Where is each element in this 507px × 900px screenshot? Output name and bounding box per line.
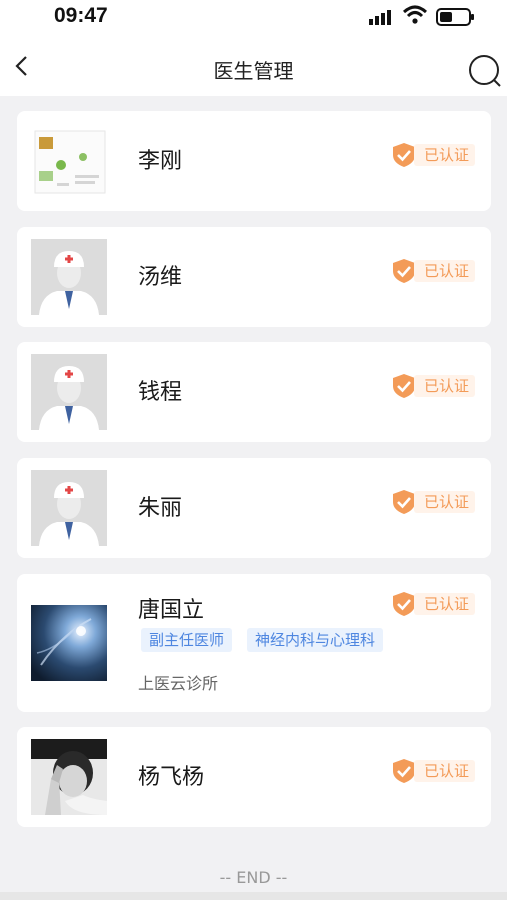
status-time: 09:47: [54, 4, 108, 27]
clinic-name: 上医云诊所: [138, 674, 219, 693]
doctor-name: 李刚: [138, 149, 183, 174]
home-indicator-area: [0, 892, 507, 900]
doctor-name: 朱丽: [138, 496, 183, 521]
doctor-card[interactable]: 李刚 已认证: [17, 111, 491, 211]
verified-badge: 已认证: [392, 142, 478, 168]
doctor-avatar-default: [31, 354, 107, 430]
doctor-name: 钱程: [138, 380, 183, 405]
doctor-card[interactable]: 朱丽 已认证: [17, 458, 491, 558]
doctor-card[interactable]: 唐国立 已认证 副主任医师 神经内科与心理科 上医云诊所: [17, 574, 491, 712]
verified-shield-icon: [393, 374, 415, 398]
doctor-avatar-photo: [31, 605, 107, 681]
doctor-card[interactable]: 汤维 已认证: [17, 227, 491, 327]
verified-label: 已认证: [414, 260, 476, 282]
verified-shield-icon: [393, 259, 415, 283]
verified-label: 已认证: [414, 144, 476, 166]
doctor-card[interactable]: 杨飞杨 已认证: [17, 727, 491, 827]
verified-badge: 已认证: [392, 591, 478, 617]
search-icon[interactable]: [466, 52, 502, 88]
cellular-signal-icon: [369, 10, 391, 25]
doctor-avatar-photo: [31, 739, 107, 815]
verified-shield-icon: [393, 759, 415, 783]
doctor-name: 唐国立: [138, 598, 205, 623]
verified-label: 已认证: [414, 593, 476, 615]
verified-label: 已认证: [414, 375, 476, 397]
verified-shield-icon: [393, 490, 415, 514]
verified-badge: 已认证: [392, 758, 478, 784]
page-title: 医生管理: [213, 59, 294, 83]
doctor-card[interactable]: 钱程 已认证: [17, 342, 491, 442]
doctor-title-tag: 副主任医师: [141, 628, 233, 652]
doctor-avatar-default: [31, 470, 107, 546]
verified-shield-icon: [393, 143, 415, 167]
doctor-avatar-default: [31, 239, 107, 315]
verified-badge: 已认证: [392, 373, 478, 399]
verified-badge: 已认证: [392, 258, 478, 284]
verified-badge: 已认证: [392, 489, 478, 515]
doctor-avatar-license: [31, 123, 107, 199]
department-tag: 神经内科与心理科: [247, 628, 384, 652]
verified-label: 已认证: [414, 760, 476, 782]
list-end-marker: -- END --: [219, 868, 288, 887]
status-bar: 09:47: [0, 0, 507, 36]
nav-bar: 医生管理: [0, 36, 507, 96]
doctor-name: 杨飞杨: [138, 765, 205, 790]
verified-shield-icon: [393, 592, 415, 616]
battery-icon: [436, 8, 474, 26]
verified-label: 已认证: [414, 491, 476, 513]
doctor-name: 汤维: [138, 265, 183, 290]
wifi-icon: [402, 5, 428, 24]
